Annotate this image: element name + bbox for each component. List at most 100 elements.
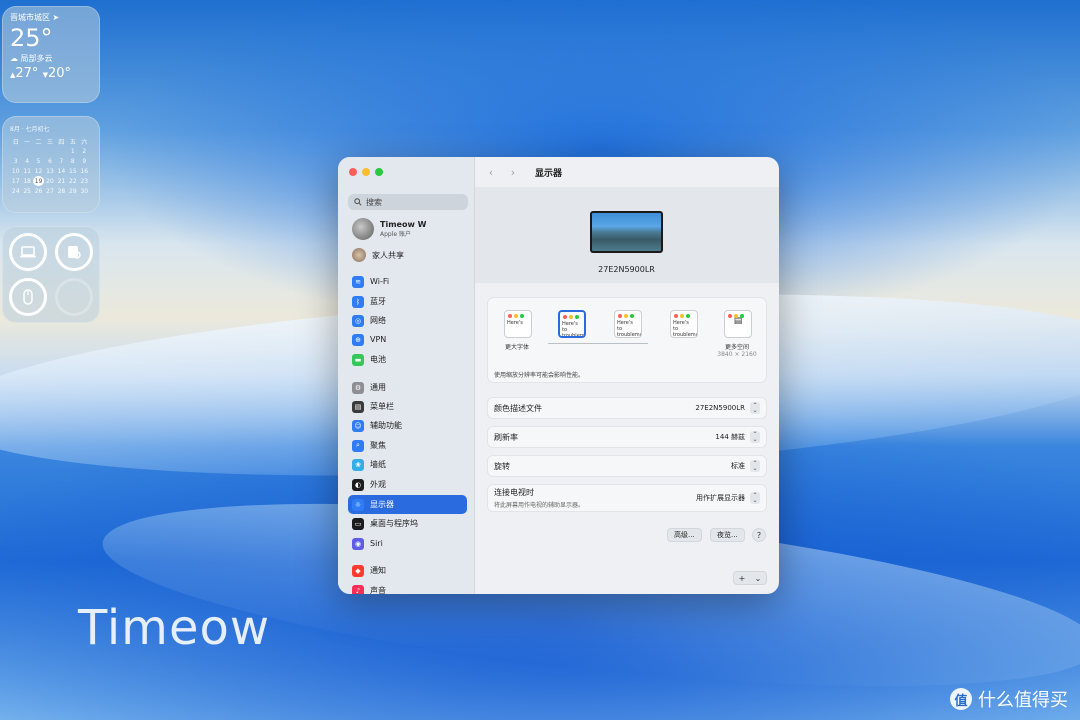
weather-location: 晋城市城区 ➤ (10, 13, 60, 22)
sidebar-item-gear[interactable]: ⚙ 通用 (348, 378, 467, 397)
ipad-battery-ring (55, 233, 93, 271)
popup-chevron-icon[interactable]: ⌃ ⌄ (750, 492, 760, 504)
setting-row[interactable]: 刷新率 144 赫兹 ⌃ ⌄ (487, 426, 767, 448)
site-logo-text: 什么值得买 (978, 690, 1068, 711)
calendar-widget[interactable]: 8月 · 七月初七 日一二三四五六 1 2 3 4 5 6 7 8 9 10 11 12 13 14 15 16… (2, 116, 100, 213)
monitor-name: 27E2N5900LR (598, 265, 655, 274)
resolution-panel: Here's Here's to troublem Here's to troubl… (487, 297, 767, 383)
sidebar-item-bell[interactable]: ◆ 通知 (348, 561, 467, 580)
sidebar-item-siri[interactable]: ◉ Siri (348, 534, 467, 553)
calendar-weekday: 六 (81, 138, 88, 146)
setting-label: 旋转 (494, 461, 510, 471)
weather-widget[interactable]: 晋城市城区 ➤ 25° ☁ 局部多云 ▲27° ▼20° (2, 6, 100, 103)
advanced-button[interactable]: 高级... (667, 528, 702, 542)
calendar-day: 4 (25, 157, 30, 165)
setting-row[interactable]: 旋转 标准 ⌃ ⌄ (487, 455, 767, 477)
display-icon: ☼ (352, 498, 364, 511)
calendar-day: 20 (46, 177, 54, 185)
resolution-option[interactable]: Here's to troublem (558, 310, 586, 338)
resolution-option[interactable]: ▤ (724, 310, 752, 338)
resolution-preview-text: Here's to troublem (562, 321, 585, 338)
sidebar-item-label: 网络 (370, 316, 386, 325)
calendar-day: 23 (80, 177, 89, 185)
search-icon (354, 198, 362, 206)
sidebar-item-label: 聚焦 (370, 441, 386, 450)
calendar-day: 29 (69, 187, 77, 195)
back-button[interactable]: ‹ (483, 164, 499, 180)
setting-label: 连接电视时 (494, 488, 534, 497)
laptop-battery-ring (9, 233, 47, 271)
night-shift-button[interactable]: 夜览... (710, 528, 745, 542)
resolution-option[interactable]: Here's (504, 310, 532, 338)
calendar-day: 12 (34, 167, 43, 175)
calendar-day: 30 (80, 187, 89, 195)
calendar-day (56, 146, 67, 156)
calendar-day: 21 (57, 177, 66, 185)
sidebar-item-label: 菜单栏 (370, 402, 394, 411)
zoom-button[interactable] (375, 168, 383, 176)
sidebar-item-menubar[interactable]: ▤ 菜单栏 (348, 397, 467, 416)
monitor-thumbnail[interactable] (590, 211, 663, 253)
sidebar-item-dock[interactable]: ▭ 桌面与程序坞 (348, 514, 467, 533)
sidebar-item-spotlight[interactable]: ⌕ 聚焦 (348, 436, 467, 455)
calendar-day: 9 (82, 157, 87, 165)
calendar-weekday: 一 (24, 138, 31, 146)
sidebar-item-label: Wi-Fi (370, 277, 390, 286)
calendar-weekday: 四 (58, 138, 65, 146)
sidebar-item-vpn[interactable]: ⊕ VPN (348, 330, 467, 349)
empty-battery-ring (55, 278, 93, 316)
sidebar-item-label: VPN (370, 335, 387, 344)
help-button[interactable]: ? (752, 528, 766, 542)
setting-label: 刷新率 (494, 432, 518, 442)
forward-button[interactable]: › (505, 164, 521, 180)
sidebar-item-label: 电池 (370, 355, 386, 364)
popup-chevron-icon[interactable]: ⌃ ⌄ (750, 460, 760, 472)
setting-description: 将此屏幕用作电视的辅助显示器。 (494, 502, 585, 509)
calendar-day (21, 146, 32, 156)
chevron-down-icon: ⌄ (754, 573, 762, 583)
resolution-preview-text: Here's to troublemakers round ones who s… (673, 320, 698, 338)
sidebar-item-display[interactable]: ☼ 显示器 (348, 495, 467, 514)
sidebar-item-appearance[interactable]: ◐ 外观 (348, 475, 467, 494)
wifi-icon: ≋ (352, 275, 364, 288)
family-label: 家人共享 (372, 250, 404, 260)
setting-row[interactable]: 颜色描述文件 27E2N5900LR ⌃ ⌄ (487, 397, 767, 419)
apple-account[interactable]: Timeow W Apple 账户 (352, 218, 426, 240)
family-avatar (352, 248, 366, 262)
weather-high-low: ▲27° ▼20° (10, 66, 72, 81)
sidebar-item-globe[interactable]: ◎ 网络 (348, 311, 467, 330)
popup-chevron-icon[interactable]: ⌃ ⌄ (750, 431, 760, 443)
settings-window: 搜索 Timeow W Apple 账户 家人共享 ≋ Wi-Fi ᛒ 蓝牙 ◎ 网络 ⊕ V… (338, 157, 779, 594)
bell-icon: ◆ (352, 564, 364, 577)
battery-widget[interactable] (2, 226, 100, 323)
sidebar-item-battery[interactable]: ▬ 电池 (348, 350, 467, 369)
setting-row[interactable]: 连接电视时 将此屏幕用作电视的辅助显示器。 用作扩展显示器 ⌃ ⌄ (487, 484, 767, 512)
calendar-day: 1 (70, 147, 75, 155)
sidebar-item-label: 显示器 (370, 500, 394, 509)
spotlight-icon: ⌕ (352, 439, 364, 452)
family-sharing[interactable]: 家人共享 (352, 248, 404, 262)
calendar-day: 10 (11, 167, 20, 175)
minimize-button[interactable] (362, 168, 370, 176)
calendar-day: 15 (69, 167, 77, 175)
accessibility-icon: ☺ (352, 419, 364, 432)
popup-chevron-icon[interactable]: ⌃ ⌄ (750, 402, 760, 414)
sidebar-item-bluetooth[interactable]: ᛒ 蓝牙 (348, 292, 467, 311)
appearance-icon: ◐ (352, 478, 364, 491)
sidebar-item-wifi[interactable]: ≋ Wi-Fi (348, 272, 467, 291)
resolution-option[interactable]: Here's to troublemakers round ones who s… (670, 310, 698, 338)
search-field[interactable]: 搜索 (348, 194, 468, 210)
siri-icon: ◉ (352, 537, 364, 550)
sidebar-item-accessibility[interactable]: ☺ 辅助功能 (348, 416, 467, 435)
calendar-day: 11 (23, 167, 31, 175)
sidebar-item-label: 墙纸 (370, 460, 386, 469)
resolution-option[interactable]: Here's to troublema ones who (614, 310, 642, 338)
sidebar-item-sound[interactable]: ♪ 声音 (348, 581, 467, 594)
close-button[interactable] (349, 168, 357, 176)
sidebar-item-wallpaper[interactable]: ❀ 墙纸 (348, 455, 467, 474)
add-display-button[interactable]: + ⌄ (733, 571, 767, 585)
calendar-day: 7 (59, 157, 64, 165)
weather-condition: ☁ 局部多云 (10, 54, 53, 63)
calendar-day: 14 (57, 167, 66, 175)
setting-value: 标准 (731, 462, 745, 470)
